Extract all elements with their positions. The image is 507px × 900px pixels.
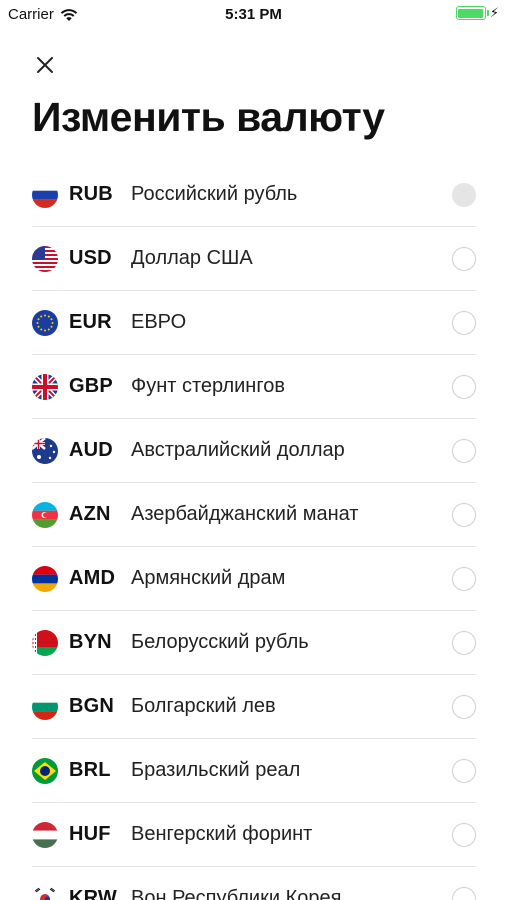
currency-row-eur[interactable]: EUR ЕВРО	[32, 291, 476, 355]
currency-radio-button[interactable]	[452, 822, 476, 847]
currency-radio-button[interactable]	[452, 502, 476, 527]
currency-radio-button[interactable]	[452, 182, 476, 207]
currency-name: Бразильский реал	[131, 759, 301, 781]
bulgaria-flag-icon	[32, 693, 58, 720]
currency-row-usd[interactable]: USD Доллар США	[32, 227, 476, 291]
currency-code: KRW	[69, 887, 118, 900]
currency-radio-button[interactable]	[452, 566, 476, 591]
azerbaijan-flag-icon	[32, 501, 58, 528]
currency-name: ЕВРО	[131, 311, 187, 333]
currency-radio-button[interactable]	[452, 438, 476, 463]
currency-row-amd[interactable]: AMD Армянский драм	[32, 547, 476, 611]
currency-row-gbp[interactable]: GBP Фунт стерлингов	[32, 355, 476, 419]
close-icon[interactable]	[32, 52, 58, 78]
currency-name: Белорусский рубль	[131, 631, 309, 653]
status-time: 5:31 PM	[225, 6, 282, 23]
currency-name: Болгарский лев	[131, 695, 276, 717]
currency-code: AMD	[69, 567, 116, 589]
currency-code: AZN	[69, 503, 111, 525]
currency-radio-button[interactable]	[452, 758, 476, 783]
currency-name: Фунт стерлингов	[131, 375, 285, 397]
battery-icon	[455, 6, 489, 20]
currency-code: BRL	[69, 759, 111, 781]
south-korea-flag-icon	[32, 885, 58, 900]
russia-flag-icon	[32, 181, 58, 208]
currency-name: Азербайджанский манат	[131, 503, 359, 525]
currency-list: RUB Российский рубль USD Доллар США EUR ЕВРО G…	[32, 163, 476, 900]
currency-row-rub[interactable]: RUB Российский рубль	[32, 163, 476, 227]
status-bar: Carrier 5:31 PM ⚡	[0, 0, 507, 30]
battery-indicator: ⚡	[455, 5, 499, 20]
currency-code: BGN	[69, 695, 115, 717]
currency-row-brl[interactable]: BRL Бразильский реал	[32, 739, 476, 803]
currency-name: Венгерский форинт	[131, 823, 313, 845]
currency-row-aud[interactable]: AUD Австралийский доллар	[32, 419, 476, 483]
currency-name: Австралийский доллар	[131, 439, 345, 461]
currency-radio-button[interactable]	[452, 630, 476, 655]
belarus-flag-icon	[32, 629, 58, 656]
currency-code: AUD	[69, 439, 113, 461]
currency-radio-button[interactable]	[452, 374, 476, 399]
currency-radio-button[interactable]	[452, 246, 476, 271]
currency-radio-button[interactable]	[452, 694, 476, 719]
currency-row-bgn[interactable]: BGN Болгарский лев	[32, 675, 476, 739]
currency-radio-button[interactable]	[452, 886, 476, 900]
currency-code: HUF	[69, 823, 111, 845]
page-title: Изменить валюту	[32, 94, 385, 140]
currency-name: Армянский драм	[131, 567, 286, 589]
currency-code: USD	[69, 247, 112, 269]
currency-radio-button[interactable]	[452, 310, 476, 335]
currency-name: Российский рубль	[131, 183, 298, 205]
currency-row-byn[interactable]: BYN Белорусский рубль	[32, 611, 476, 675]
currency-row-azn[interactable]: AZN Азербайджанский манат	[32, 483, 476, 547]
eu-flag-icon	[32, 309, 58, 336]
currency-name: Доллар США	[131, 247, 253, 269]
charging-icon: ⚡	[489, 5, 499, 20]
australia-flag-icon	[32, 437, 58, 464]
currency-code: BYN	[69, 631, 112, 653]
currency-code: GBP	[69, 375, 113, 397]
hungary-flag-icon	[32, 821, 58, 848]
currency-name: Вон Республики Корея	[131, 887, 342, 900]
currency-code: RUB	[69, 183, 113, 205]
usa-flag-icon	[32, 245, 58, 272]
brazil-flag-icon	[32, 757, 58, 784]
uk-flag-icon	[32, 373, 58, 400]
armenia-flag-icon	[32, 565, 58, 592]
currency-row-krw[interactable]: KRW Вон Республики Корея	[32, 867, 476, 900]
currency-row-huf[interactable]: HUF Венгерский форинт	[32, 803, 476, 867]
currency-code: EUR	[69, 311, 112, 333]
